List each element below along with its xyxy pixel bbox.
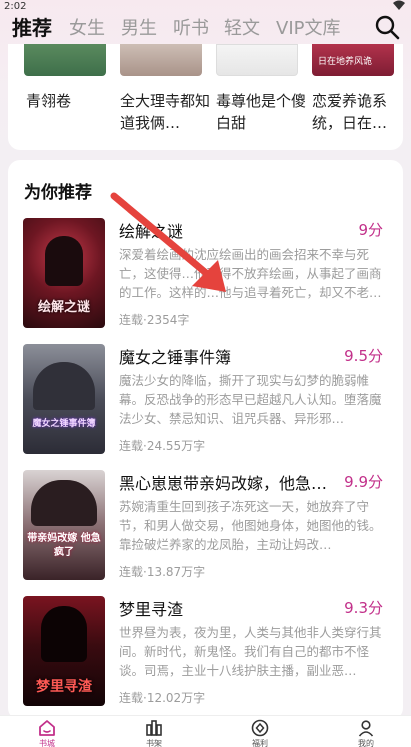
bookshelf-icon	[146, 720, 162, 736]
top-nav: 推荐 女生 男生 听书 轻文 VIP文库	[0, 10, 411, 44]
book-item[interactable]: 魔女之锤事件簿 魔女之锤事件簿 9.5分 魔法少女的降临，撕开了现实与幻梦的脆弱…	[8, 344, 403, 456]
book-meta: 连载·12.02万字	[119, 691, 206, 705]
book-cover[interactable]: 绘解之谜	[23, 218, 105, 328]
bottom-nav-label: 书架	[146, 739, 162, 747]
book-title[interactable]: 绘解之谜	[119, 218, 339, 242]
book-cover[interactable]	[24, 44, 106, 76]
cover-title-text: 日在地养风诡	[318, 57, 373, 67]
figure-silhouette	[45, 236, 83, 286]
tab-male[interactable]: 男生	[121, 14, 157, 40]
book-title[interactable]: 恋爱养诡系统，日在…	[312, 90, 402, 134]
book-cover[interactable]	[120, 44, 202, 76]
book-title[interactable]: 青翎卷	[26, 90, 116, 112]
bottom-nav-bookstore[interactable]: 书城	[22, 718, 72, 747]
home-icon	[39, 720, 55, 736]
bottom-nav-label: 福利	[252, 739, 268, 747]
bottom-nav: 书城 书架 福利 我的	[0, 715, 411, 747]
figure-silhouette	[41, 606, 87, 662]
book-meta: 连载·2354字	[119, 313, 190, 327]
book-title[interactable]: 毒尊他是个傻白甜	[216, 90, 306, 134]
bottom-nav-welfare[interactable]: 福利	[235, 718, 285, 747]
tab-female[interactable]: 女生	[69, 14, 105, 40]
cover-title-text: 带亲妈改嫁 他急疯了	[27, 533, 101, 558]
book-description: 深爱着绘画的沈应绘画出的画会招来不幸与死亡，这使得…他不得不放弃绘画，从事起了画…	[119, 247, 382, 300]
book-meta: 连载·24.55万字	[119, 439, 206, 453]
book-cover[interactable]: 带亲妈改嫁 他急疯了	[23, 470, 105, 580]
book-meta: 连载·13.87万字	[119, 565, 206, 579]
book-description: 苏婉清重生回到孩子冻死这一天，她放弃了守节，和男人做交易，他图她身体，她图他的钱…	[119, 499, 382, 552]
cover-title-text: 绘解之谜	[37, 300, 90, 315]
tab-recommend[interactable]: 推荐	[12, 12, 52, 41]
book-title[interactable]: 黑心崽崽带亲妈改嫁，他急…	[119, 470, 339, 494]
book-cover[interactable]: 梦里寻渣	[23, 596, 105, 706]
book-item[interactable]: 带亲妈改嫁 他急疯了 黑心崽崽带亲妈改嫁，他急… 9.9分 苏婉清重生回到孩子冻…	[8, 470, 403, 582]
book-score: 9.3分	[344, 599, 383, 617]
book-cover[interactable]: 日在地养风诡	[312, 44, 394, 76]
user-icon	[358, 720, 374, 737]
book-description: 世界昼为表，夜为里，人类与其他非人类穿行其间。新时代，新鬼怪。我们有自己的都市不…	[119, 625, 382, 678]
figures-silhouette	[33, 362, 95, 410]
tab-vip-library[interactable]: VIP文库	[276, 14, 340, 40]
tab-light-novel[interactable]: 轻文	[224, 14, 260, 40]
bottom-nav-bookshelf[interactable]: 书架	[129, 718, 179, 747]
book-item[interactable]: 梦里寻渣 梦里寻渣 9.3分 世界昼为表，夜为里，人类与其他非人类穿行其间。新时…	[8, 596, 403, 708]
book-title[interactable]: 魔女之锤事件簿	[119, 344, 339, 368]
bottom-nav-profile[interactable]: 我的	[341, 718, 391, 747]
wifi-icon	[393, 0, 405, 10]
top-books-card: 日在地养风诡 青翎卷 全大理寺都知道我俩… 毒尊他是个傻白甜 恋爱养诡系统，日在…	[8, 44, 403, 150]
book-title[interactable]: 全大理寺都知道我俩…	[120, 90, 210, 134]
bottom-nav-label: 书城	[39, 739, 55, 747]
book-title[interactable]: 梦里寻渣	[119, 596, 339, 620]
tab-audiobook[interactable]: 听书	[173, 14, 209, 40]
book-description: 魔法少女的降临，撕开了现实与幻梦的脆弱帷幕。反恐战争的形态早已超越凡人认知。堕落…	[119, 373, 382, 426]
search-icon[interactable]	[374, 14, 400, 40]
bottom-nav-label: 我的	[358, 739, 374, 747]
recommend-card: 为你推荐 绘解之谜 绘解之谜 9分 深爱着绘画的沈应绘画出的画会招来不幸与死亡，…	[8, 160, 403, 720]
book-cover[interactable]: 魔女之锤事件簿	[23, 344, 105, 454]
book-score: 9分	[358, 221, 383, 239]
book-score: 9.5分	[344, 347, 383, 365]
book-cover[interactable]	[216, 44, 298, 76]
book-item[interactable]: 绘解之谜 绘解之谜 9分 深爱着绘画的沈应绘画出的画会招来不幸与死亡，这使得…他…	[8, 218, 403, 330]
figures-silhouette	[31, 480, 97, 526]
book-score: 9.9分	[344, 473, 383, 491]
cover-title-text: 魔女之锤事件簿	[32, 419, 96, 429]
section-heading: 为你推荐	[24, 183, 92, 203]
cover-title-text: 梦里寻渣	[36, 679, 92, 695]
diamond-coin-icon	[251, 719, 269, 737]
